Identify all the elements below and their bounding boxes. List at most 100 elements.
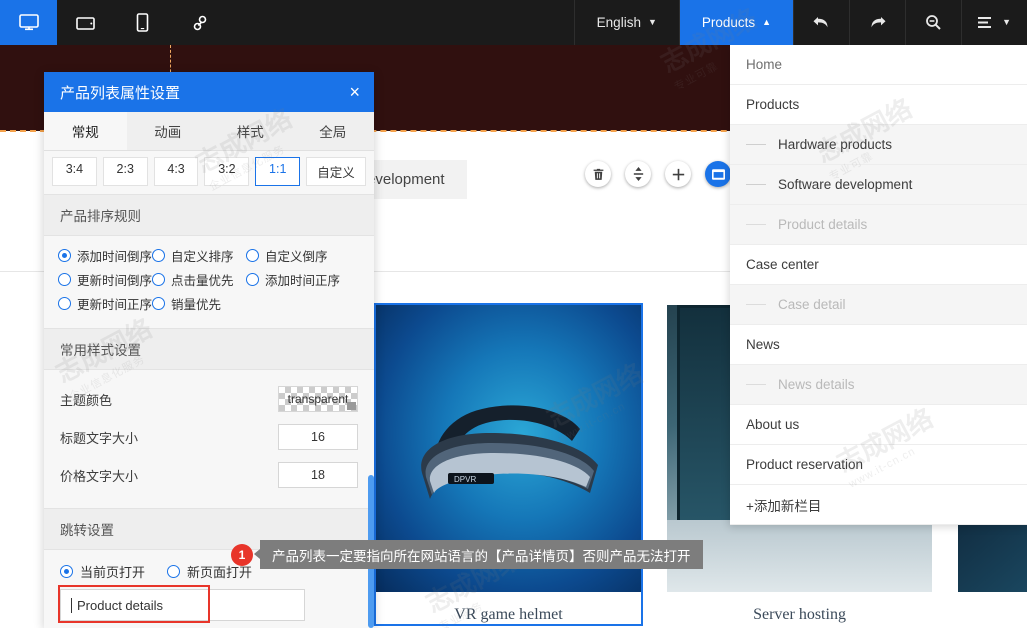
close-icon[interactable]: × — [349, 83, 360, 101]
dash-icon — [746, 144, 766, 145]
tab-global[interactable]: 全局 — [292, 112, 375, 150]
title-font-size-input[interactable]: 16 — [278, 424, 358, 450]
tab-animation[interactable]: 动画 — [127, 112, 210, 150]
sort-option-add-time-asc[interactable]: 添加时间正序 — [246, 270, 340, 289]
ratio-3-2[interactable]: 3:2 — [204, 157, 250, 186]
products-dropdown-menu[interactable]: Home Products Hardware products Software… — [730, 45, 1027, 525]
ratio-2-3[interactable]: 2:3 — [102, 157, 148, 186]
chevron-down-icon: ▼ — [1002, 17, 1011, 27]
move-icon[interactable] — [625, 161, 651, 187]
menu-item-label: Product reservation — [746, 457, 864, 472]
menu-item-product-details[interactable]: Product details — [730, 205, 1027, 245]
menu-item-about-us[interactable]: About us — [730, 405, 1027, 445]
radio-icon — [167, 565, 181, 578]
sort-option-update-time-desc[interactable]: 更新时间倒序 — [58, 270, 152, 289]
add-icon[interactable] — [665, 161, 691, 187]
menu-item-add-new-column[interactable]: +添加新栏目 — [730, 485, 1027, 525]
sort-option-clicks-first[interactable]: 点击量优先 — [152, 270, 246, 289]
color-value: transparent — [287, 392, 349, 406]
price-font-size-input[interactable]: 18 — [278, 462, 358, 488]
menu-item-news[interactable]: News — [730, 325, 1027, 365]
field-label: 标题文字大小 — [60, 430, 139, 446]
color-picker-icon — [347, 402, 356, 410]
callout-tooltip: 产品列表一定要指向所在网站语言的【产品详情页】否则产品无法打开 — [254, 540, 703, 569]
menu-item-hardware-products[interactable]: Hardware products — [730, 125, 1027, 165]
zoom-button[interactable] — [905, 0, 961, 45]
field-title-font-size: 标题文字大小 16 — [60, 418, 358, 456]
field-label: 价格文字大小 — [60, 468, 139, 484]
option-label: 更新时间正序 — [77, 298, 153, 312]
products-menu-button[interactable]: Products ▲ — [678, 0, 794, 45]
link-target-value: Product details — [77, 597, 163, 613]
delete-icon[interactable] — [585, 161, 611, 187]
menu-item-label: News — [746, 337, 780, 352]
menu-item-home[interactable]: Home — [730, 45, 1027, 85]
menu-item-news-details[interactable]: News details — [730, 365, 1027, 405]
tab-general[interactable]: 常规 — [44, 112, 127, 150]
redo-button[interactable] — [849, 0, 905, 45]
option-label: 更新时间倒序 — [77, 274, 153, 288]
ratio-1-1[interactable]: 1:1 — [255, 157, 301, 186]
monitor-icon — [18, 13, 39, 30]
radio-icon — [152, 273, 165, 286]
field-price-font-size: 价格文字大小 18 — [60, 456, 358, 494]
option-label: 添加时间正序 — [265, 274, 341, 288]
menu-item-software-development[interactable]: Software development — [730, 165, 1027, 205]
sort-option-custom-desc[interactable]: 自定义倒序 — [246, 246, 340, 265]
sort-option-sales-first[interactable]: 销量优先 — [152, 294, 246, 313]
mobile-view-button[interactable] — [114, 0, 171, 45]
panel-header: 产品列表属性设置 × — [44, 72, 374, 112]
element-edit-toolbar — [585, 161, 731, 187]
sort-rules-section-title: 产品排序规则 — [44, 194, 374, 236]
language-label: English — [596, 15, 641, 30]
panel-tabs: 常规 动画 样式 全局 — [44, 112, 374, 151]
section-icon[interactable] — [705, 161, 731, 187]
link-target-input[interactable]: Product details — [60, 589, 305, 621]
style-section-title: 常用样式设置 — [44, 328, 374, 370]
redo-icon — [871, 17, 886, 28]
zoom-out-icon — [926, 15, 941, 30]
ratio-4-3[interactable]: 4:3 — [153, 157, 199, 186]
radio-icon — [58, 273, 71, 286]
phone-icon — [136, 13, 149, 32]
tablet-icon — [75, 16, 95, 30]
radio-icon — [152, 297, 165, 310]
menu-item-label: Product details — [778, 217, 868, 232]
radio-icon — [152, 249, 165, 262]
menu-item-label: Case center — [746, 257, 819, 272]
menu-item-label: Home — [746, 57, 783, 72]
menu-item-label: +添加新栏目 — [746, 498, 822, 514]
menu-item-case-center[interactable]: Case center — [730, 245, 1027, 285]
radio-icon — [246, 249, 259, 262]
ratio-3-4[interactable]: 3:4 — [52, 157, 97, 186]
menu-item-products[interactable]: Products — [730, 85, 1027, 125]
product-card[interactable]: DPVR VR game helmet — [374, 303, 643, 626]
sort-option-custom[interactable]: 自定义排序 — [152, 246, 246, 265]
callout-badge: 1 — [231, 544, 253, 566]
menu-icon — [978, 17, 992, 28]
menu-item-label: News details — [778, 377, 855, 392]
tab-style[interactable]: 样式 — [209, 112, 292, 150]
dash-icon — [746, 384, 766, 385]
ratio-custom[interactable]: 自定义 — [306, 157, 366, 186]
sort-option-add-time-desc[interactable]: 添加时间倒序 — [58, 246, 152, 265]
option-label: 添加时间倒序 — [77, 250, 153, 264]
field-theme-color: 主题颜色 transparent — [60, 380, 358, 418]
tablet-view-button[interactable] — [57, 0, 114, 45]
sort-option-update-time-asc[interactable]: 更新时间正序 — [58, 294, 152, 313]
jump-option-current-page[interactable]: 当前页打开 — [60, 562, 145, 581]
dash-icon — [746, 184, 766, 185]
language-selector[interactable]: English ▼ — [573, 0, 679, 45]
chevron-down-icon: ▼ — [647, 17, 657, 27]
menu-item-product-reservation[interactable]: Product reservation — [730, 445, 1027, 485]
desktop-view-button[interactable] — [0, 0, 57, 45]
toolbar-right-group: English ▼ Products ▲ ▼ — [573, 0, 1027, 45]
menu-item-label: Case detail — [778, 297, 846, 312]
undo-button[interactable] — [793, 0, 849, 45]
theme-color-picker[interactable]: transparent — [278, 386, 358, 412]
menu-item-label: About us — [746, 417, 800, 432]
option-label: 自定义倒序 — [265, 250, 328, 264]
link-view-button[interactable] — [171, 0, 228, 45]
menu-item-case-detail[interactable]: Case detail — [730, 285, 1027, 325]
menu-button[interactable]: ▼ — [961, 0, 1027, 45]
